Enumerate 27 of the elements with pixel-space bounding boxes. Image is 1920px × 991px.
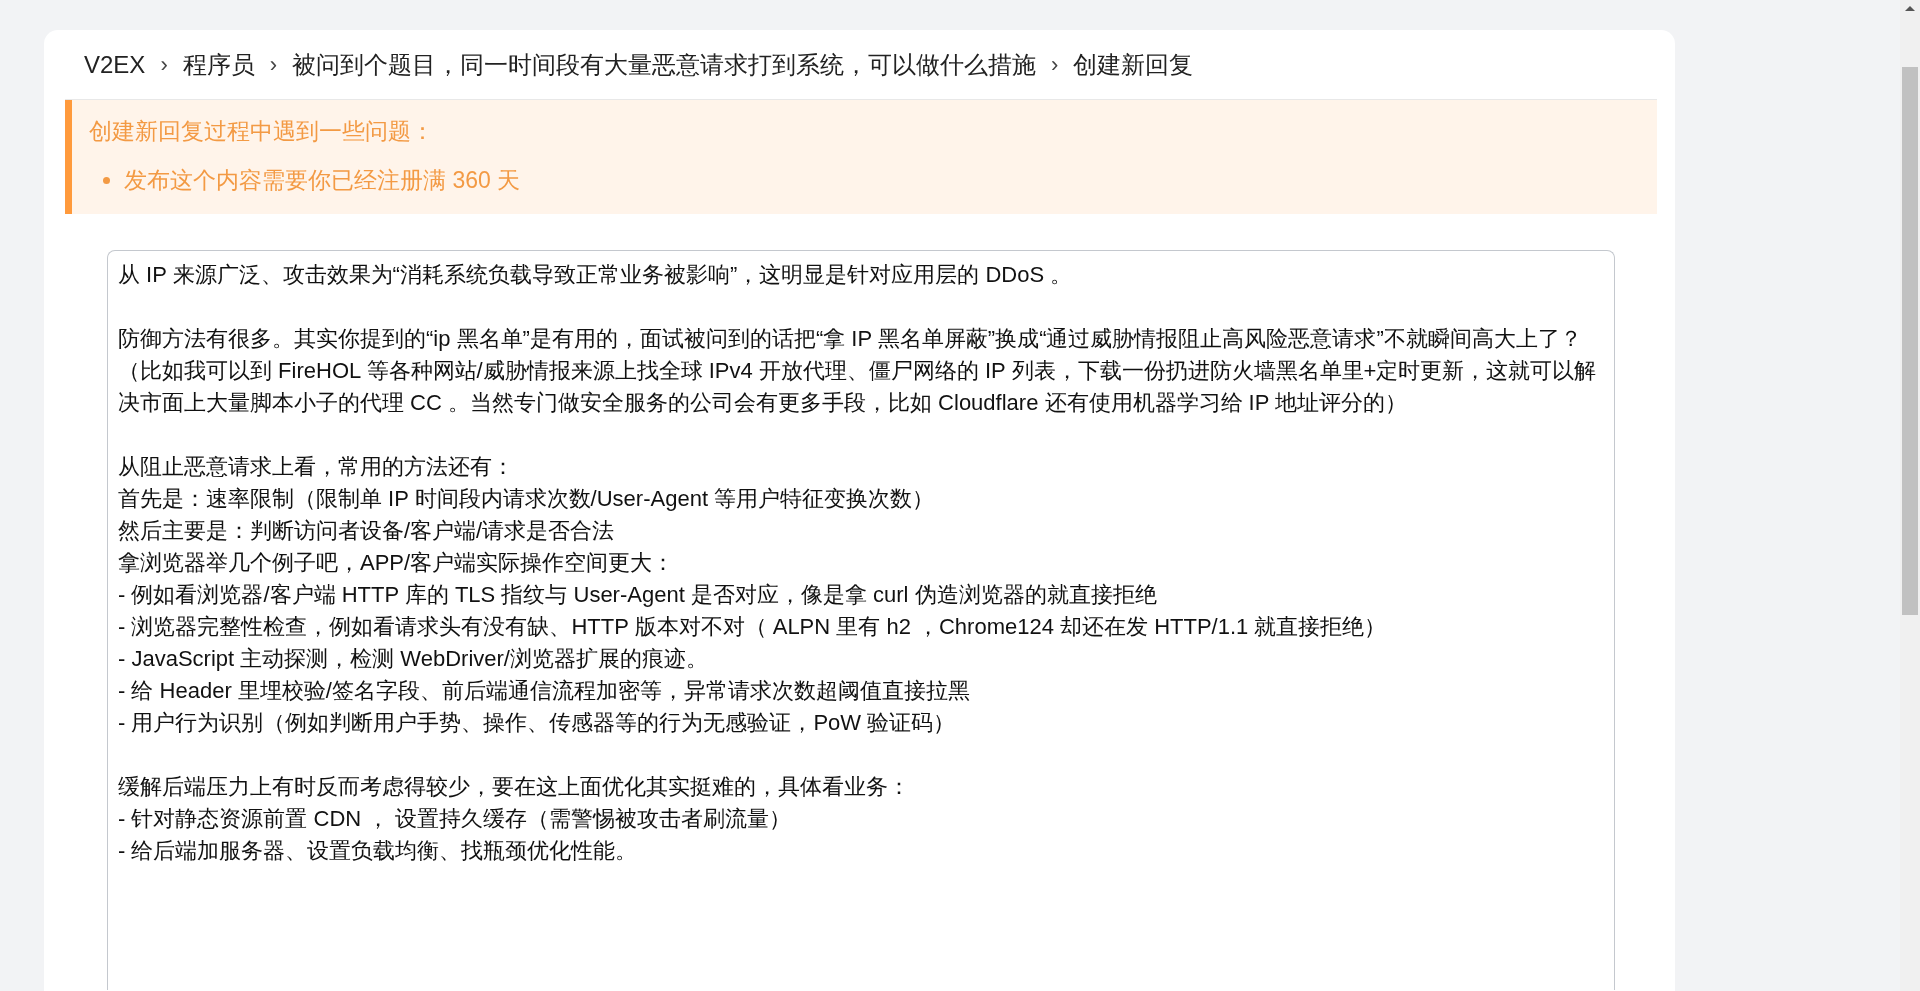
breadcrumb-current[interactable]: 创建新回复 — [1073, 48, 1194, 81]
reply-text-line: 防御方法有很多。其实你提到的“ip 黑名单”是有用的，面试被问到的话把“拿 IP 黑名单屏蔽”换成“通过威胁情报阻止高风险恶意请求”不就瞬间高大上了？ — [118, 325, 1583, 353]
reply-text-line: - 用户行为识别（例如判断用户手势、操作、传感器等的行为无感验证，PoW 验证码） — [118, 709, 957, 737]
scrollbar-drawing[interactable] — [1900, 0, 1920, 991]
reply-text-line: 缓解后端压力上有时反而考虑得较少，要在这上面优化其实挺难的，具体看业务： — [118, 773, 911, 801]
reply-text-line: 首先是：速率限制（限制单 IP 时间段内请求次数/User-Agent 等用户特征变换次数） — [118, 485, 936, 513]
reply-text-line: （比如我可以到 FireHOL 等各种网站/威胁情报来源上找全球 IPv4 开放代理、僵尸网络的 IP 列表，下载一份扔进防火墙黑名单里+定时更新，这就可以解决市面上大量脚本小子的代理 CC 。当然专门做安全服务的公司会有更多手段，比如 Cloudflare 还有使用机器学习给 IP 地址评分的） — [118, 357, 1598, 417]
breadcrumb-separator: › — [160, 51, 168, 78]
breadcrumb-link[interactable]: V2EX — [84, 50, 146, 79]
reply-text-line: - 给后端加服务器、设置负载均衡、找瓶颈优化性能。 — [118, 837, 639, 865]
reply-textarea[interactable] — [107, 250, 1615, 990]
reply-text-line: - 例如看浏览器/客户端 HTTP 库的 TLS 指纹与 User-Agent 是否对应，像是拿 curl 伪造浏览器的就直接拒绝 — [118, 581, 1158, 609]
breadcrumb-link[interactable]: 被问到个题目，同一时间段有大量恶意请求打到系统，可以做什么措施 — [292, 48, 1037, 81]
breadcrumb-separator: › — [269, 51, 278, 78]
reply-text-line: - JavaScript 主动探测，检测 WebDriver/浏览器扩展的痕迹。 — [118, 645, 709, 673]
reply-text-line: - 浏览器完整性检查，例如看请求头有没有缺、HTTP 版本对不对（ ALPN 里有 h2 ，Chrome124 却还在发 HTTP/1.1 就直接拒绝） — [118, 613, 1388, 641]
reply-text-line: 拿浏览器举几个例子吧，APP/客户端实际操作空间更大： — [118, 549, 676, 577]
reply-text-line: 然后主要是：判断访问者设备/客户端/请求是否合法 — [118, 517, 616, 545]
reply-text-line: 从 IP 来源广泛、攻击效果为“消耗系统负载导致正常业务被影响”，这明显是针对应用层的 DDoS 。 — [118, 261, 1074, 289]
bullet-icon — [103, 177, 110, 184]
reply-text-line: - 给 Header 里埋校验/签名字段、前后端通信流程加密等，异常请求次数超阈值直接拉黑 — [118, 677, 971, 705]
problem-text: 发布这个内容需要你已经注册满 360 天 — [124, 166, 521, 195]
alert-title: 创建新回复过程中遇到一些问题： — [89, 117, 435, 146]
reply-text-line: - 针对静态资源前置 CDN ， 设置持久缓存（需警惕被攻击者刷流量） — [118, 805, 793, 833]
breadcrumb-link[interactable]: 程序员 — [182, 48, 255, 81]
breadcrumb-separator: › — [1051, 51, 1059, 78]
reply-text-line: 从阻止恶意请求上看，常用的方法还有： — [118, 453, 515, 481]
